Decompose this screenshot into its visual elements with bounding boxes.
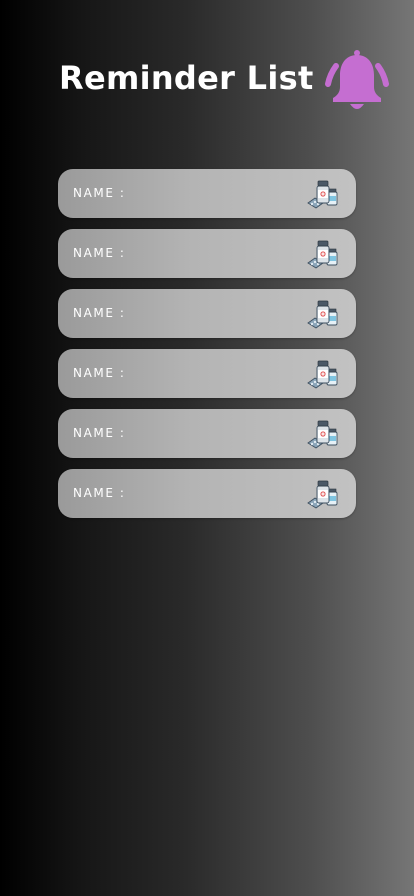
reminder-name-label: NAME : — [73, 306, 126, 320]
reminder-name-label: NAME : — [73, 246, 126, 260]
reminder-name-label: NAME : — [73, 186, 126, 200]
page-title: Reminder List — [59, 59, 314, 97]
reminder-card[interactable]: NAME : — [58, 469, 356, 518]
medicine-icon — [307, 360, 338, 389]
reminder-card[interactable]: NAME : — [58, 409, 356, 458]
reminder-list: NAME : NAME : NAME: NAME: NAME: NAME … — [58, 169, 356, 529]
reminder-card[interactable]: NAME : — [58, 289, 356, 338]
medicine-icon — [307, 180, 338, 209]
bell-icon[interactable] — [322, 48, 392, 114]
reminder-card[interactable]: NAME : — [58, 229, 356, 278]
reminder-name-label: NAME : — [73, 366, 126, 380]
reminder-card[interactable]: NAME : — [58, 169, 356, 218]
reminder-name-label: NAME : — [73, 486, 126, 500]
medicine-icon — [307, 420, 338, 449]
medicine-icon — [307, 240, 338, 269]
reminder-name-label: NAME : — [73, 426, 126, 440]
reminder-card[interactable]: NAME : — [58, 349, 356, 398]
page-header: Reminder List — [59, 48, 399, 118]
medicine-icon — [307, 480, 338, 509]
medicine-icon — [307, 300, 338, 329]
